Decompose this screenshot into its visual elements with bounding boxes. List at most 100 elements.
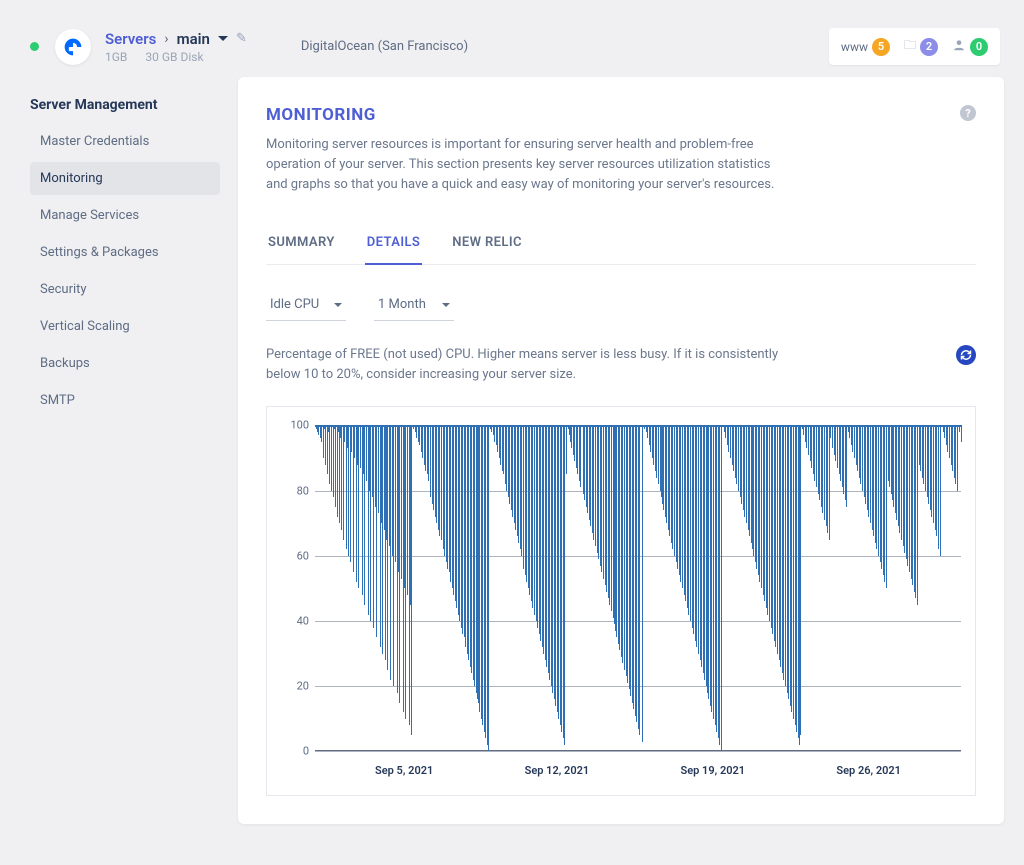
edit-icon[interactable]: ✎: [236, 31, 247, 46]
chart-spike: [769, 425, 770, 621]
chart-spike: [796, 425, 797, 731]
breadcrumb-current[interactable]: main: [177, 30, 210, 48]
projects-count-pill[interactable]: 🗀 2: [904, 36, 938, 57]
chart-spike: [949, 425, 950, 458]
sidebar-item-security[interactable]: Security: [30, 273, 220, 306]
chart-spike: [940, 425, 941, 555]
chart-spike: [955, 425, 956, 484]
chart-spike: [775, 425, 776, 647]
sidebar-item-monitoring[interactable]: Monitoring: [30, 162, 220, 195]
sidebar-item-vertical-scaling[interactable]: Vertical Scaling: [30, 310, 220, 343]
chart-spike: [488, 425, 489, 751]
chart-spike: [593, 425, 594, 539]
metric-selector[interactable]: Idle CPU: [266, 291, 346, 321]
chart-spike: [829, 425, 830, 539]
chart-spike: [878, 425, 879, 555]
idle-cpu-chart: 020406080100 Sep 5, 2021Sep 12, 2021Sep …: [266, 406, 976, 796]
users-count-badge: 0: [970, 38, 988, 56]
chart-spike: [543, 425, 544, 653]
chart-spike: [947, 425, 948, 451]
chevron-down-icon: [334, 303, 342, 307]
topbar: Servers › main ✎ 1GB 30 GB Disk DigitalO…: [0, 0, 1024, 77]
www-count-badge: 5: [872, 38, 890, 56]
chart-spike: [854, 425, 855, 458]
chart-spike: [325, 425, 326, 464]
chart-spike: [337, 425, 338, 516]
chart-spike: [577, 425, 578, 474]
provider-logo[interactable]: [55, 29, 91, 65]
range-selector[interactable]: 1 Month: [374, 291, 454, 321]
chart-spike: [580, 425, 581, 487]
chart-spike: [405, 425, 406, 718]
chart-spike: [419, 425, 420, 445]
chart-spike: [933, 425, 934, 523]
sidebar-item-backups[interactable]: Backups: [30, 347, 220, 380]
www-count-pill[interactable]: www 5: [841, 38, 890, 56]
help-icon[interactable]: ?: [960, 105, 976, 121]
panel-tabs: SUMMARY DETAILS NEW RELIC: [266, 225, 976, 265]
chart-spike: [331, 425, 332, 490]
chart-spike: [321, 425, 322, 441]
chart-spike: [846, 425, 847, 507]
chart-spike: [447, 425, 448, 568]
chart-spike: [806, 425, 807, 448]
chart-spike: [761, 425, 762, 588]
chart-spike: [843, 425, 844, 493]
chart-spike: [529, 425, 530, 595]
chart-spike: [500, 425, 501, 464]
chart-y-tick: 100: [285, 419, 309, 432]
chart-spike: [696, 425, 697, 647]
chart-spike: [387, 425, 388, 670]
chart-spike: [566, 425, 567, 474]
chart-spike: [351, 425, 352, 451]
sidebar-heading: Server Management: [30, 97, 220, 113]
projects-count-badge: 2: [920, 38, 938, 56]
chart-spike: [333, 425, 334, 497]
chart-spike: [558, 425, 559, 718]
chart-spike: [788, 425, 789, 699]
chart-spike: [752, 425, 753, 549]
server-status-dot: [30, 42, 39, 51]
chart-spike: [884, 425, 885, 581]
sidebar-item-settings-packages[interactable]: Settings & Packages: [30, 236, 220, 269]
chart-spike: [430, 425, 431, 497]
chart-spike: [523, 425, 524, 568]
tab-summary[interactable]: SUMMARY: [266, 225, 337, 264]
breadcrumb-servers[interactable]: Servers: [105, 30, 156, 48]
server-disk: 30 GB Disk: [145, 50, 203, 64]
sidebar-item-manage-services[interactable]: Manage Services: [30, 199, 220, 232]
chart-spike: [614, 425, 615, 624]
server-dropdown-caret[interactable]: [218, 36, 228, 41]
chart-spike: [656, 425, 657, 477]
main-panel: MONITORING Monitoring server resources i…: [238, 77, 1004, 824]
chart-spike: [378, 425, 379, 513]
chart-spike: [733, 425, 734, 471]
chart-spike: [736, 425, 737, 484]
server-ram: 1GB: [105, 50, 127, 64]
chart-spike: [606, 425, 607, 591]
chart-spike: [564, 425, 565, 744]
users-count-pill[interactable]: 0: [952, 38, 988, 56]
chart-spike: [661, 425, 662, 497]
chart-spike: [343, 425, 344, 539]
chart-spike: [441, 425, 442, 539]
chart-spike: [767, 425, 768, 614]
chart-spike: [407, 425, 408, 595]
user-icon: [952, 38, 966, 55]
chart-spike: [909, 425, 910, 572]
chart-spike: [433, 425, 434, 510]
chart-spike: [822, 425, 823, 513]
tab-new-relic[interactable]: NEW RELIC: [450, 225, 524, 264]
refresh-button[interactable]: [956, 345, 976, 365]
sidebar-item-master-credentials[interactable]: Master Credentials: [30, 125, 220, 158]
chart-spike: [327, 425, 328, 474]
chart-spike: [876, 425, 877, 549]
chart-spike: [354, 425, 355, 458]
chart-x-tick: Sep 12, 2021: [525, 764, 590, 777]
chart-spike: [680, 425, 681, 581]
tab-details[interactable]: DETAILS: [365, 225, 422, 264]
chart-spike: [537, 425, 538, 627]
chart-y-tick: 20: [285, 680, 309, 693]
sidebar-item-smtp[interactable]: SMTP: [30, 384, 220, 417]
chart-spike: [462, 425, 463, 634]
